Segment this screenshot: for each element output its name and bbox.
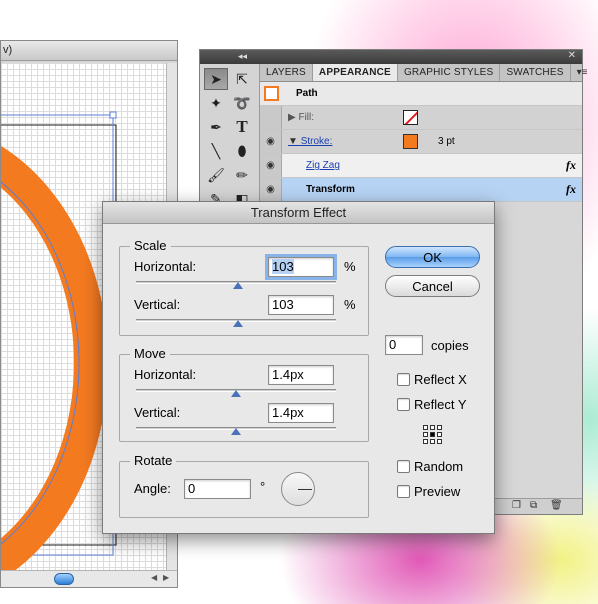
scale-legend: Scale [130,238,171,253]
panel-tabs: LAYERS APPEARANCE GRAPHIC STYLES SWATCHE… [260,64,587,82]
tab-swatches[interactable]: SWATCHES [500,64,571,81]
toolbox: ➤ ⇱ ✦ ➰ ✒ T ╲ ⬮ 🖌 ✏ ✎ ◧ [200,64,260,214]
type-tool-icon[interactable]: T [230,116,254,138]
magic-wand-tool-icon[interactable]: ✦ [204,92,228,114]
scale-group: Scale Horizontal: 103 % Vertical: 103 % [119,238,369,336]
trash-icon[interactable]: 🗑 [550,500,563,511]
stroke-weight: 3 pt [438,136,455,147]
appearance-row-transform[interactable]: ◉ Transform fx [260,178,582,202]
selection-tool-icon[interactable]: ➤ [204,68,228,90]
move-vertical-slider-thumb[interactable] [231,428,241,435]
move-legend: Move [130,346,170,361]
eye-icon[interactable]: ◉ [260,154,282,177]
new-item-icon[interactable]: ❐ [512,500,521,511]
scale-vertical-label: Vertical: [134,297,181,312]
ok-button[interactable]: OK [385,246,480,268]
rotate-angle-input[interactable]: 0 [184,479,251,499]
path-label: Path [296,88,318,99]
dialog-title: Transform Effect [103,202,494,224]
paintbrush-tool-icon[interactable]: 🖌 [204,164,228,186]
preview-checkbox[interactable] [397,485,410,498]
visibility-toggle[interactable] [260,106,282,129]
document-title: v) [1,41,177,61]
scale-horizontal-unit: % [344,259,356,274]
move-horizontal-input[interactable]: 1.4px [268,365,334,385]
pencil-tool-icon[interactable]: ✏ [230,164,254,186]
appearance-row-fill[interactable]: ▶ Fill: [260,106,582,130]
move-horizontal-label: Horizontal: [134,367,197,382]
rotate-group: Rotate Angle: 0 ° [119,453,369,518]
reference-point-icon[interactable] [423,425,443,445]
appearance-row-stroke[interactable]: ◉ ▼ Stroke: 3 pt [260,130,582,154]
appearance-row-path[interactable]: Path [260,82,582,106]
eye-icon[interactable]: ◉ [260,178,282,201]
random-label[interactable]: Random [414,459,463,474]
move-vertical-input[interactable]: 1.4px [268,403,334,423]
reflect-x-label[interactable]: Reflect X [414,372,467,387]
collapse-icon[interactable]: ◂◂ [238,51,247,62]
reflect-y-checkbox[interactable] [397,398,410,411]
appearance-row-zigzag[interactable]: ◉ Zig Zag fx [260,154,582,178]
scale-horizontal-label: Horizontal: [134,259,197,274]
scale-vertical-slider-thumb[interactable] [233,320,243,327]
scroll-right-arrow-icon[interactable]: ▶ [163,573,169,582]
direct-selection-tool-icon[interactable]: ⇱ [230,68,254,90]
tab-graphic-styles[interactable]: GRAPHIC STYLES [398,64,501,81]
copies-input[interactable]: 0 [385,335,423,355]
fx-icon[interactable]: fx [566,182,576,197]
duplicate-icon[interactable]: ⧉ [530,500,537,511]
rotate-angle-label: Angle: [134,481,171,496]
horizontal-scrollbar[interactable]: ◀ ▶ [1,570,177,587]
reflect-x-checkbox[interactable] [397,373,410,386]
move-group: Move Horizontal: 1.4px Vertical: 1.4px [119,346,369,442]
move-vertical-label: Vertical: [134,405,181,420]
rotate-legend: Rotate [130,453,177,468]
scroll-thumb[interactable] [54,573,74,585]
lasso-tool-icon[interactable]: ➰ [230,92,254,114]
rotate-angle-unit: ° [260,479,266,494]
stroke-swatch[interactable] [403,134,418,149]
path-thumbnail [264,86,279,101]
cancel-button[interactable]: Cancel [385,275,480,297]
copies-label: copies [431,338,469,353]
fill-label: ▶ Fill: [288,112,315,123]
effect-label-zigzag[interactable]: Zig Zag [306,160,340,171]
preview-label[interactable]: Preview [414,484,460,499]
scale-vertical-unit: % [344,297,356,312]
transform-effect-dialog: Transform Effect Scale Horizontal: 103 %… [102,201,495,534]
scroll-left-arrow-icon[interactable]: ◀ [151,573,157,582]
effect-label-transform[interactable]: Transform [306,184,355,195]
tab-appearance[interactable]: APPEARANCE [312,64,398,81]
random-checkbox[interactable] [397,460,410,473]
eye-icon[interactable]: ◉ [260,130,282,153]
fx-icon[interactable]: fx [566,158,576,173]
stroke-label[interactable]: ▼ Stroke: [288,136,332,147]
appearance-list: Path ▶ Fill: ◉ ▼ Stroke: 3 pt ◉ Zig Zag … [260,82,582,202]
fill-none-swatch[interactable] [403,110,418,125]
tab-layers[interactable]: LAYERS [260,64,313,81]
panel-menu-icon[interactable]: ▾≡ [571,64,594,81]
angle-dial[interactable] [281,472,315,506]
scale-vertical-input[interactable]: 103 [268,295,334,315]
panel-topbar: ◂◂ ✕ [200,50,582,64]
scale-horizontal-slider-thumb[interactable] [233,282,243,289]
pen-tool-icon[interactable]: ✒ [204,116,228,138]
ellipse-tool-icon[interactable]: ⬮ [230,140,254,162]
move-horizontal-slider-thumb[interactable] [231,390,241,397]
line-tool-icon[interactable]: ╲ [204,140,228,162]
close-icon[interactable]: ✕ [568,50,576,61]
reflect-y-label[interactable]: Reflect Y [414,397,467,412]
scale-horizontal-input[interactable]: 103 [265,254,337,280]
